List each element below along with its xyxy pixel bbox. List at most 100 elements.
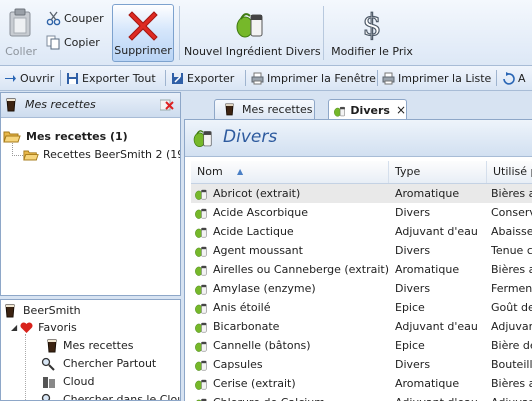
cell-type: Divers — [395, 206, 431, 219]
misc-ingredient-icon — [195, 322, 207, 333]
misc-ingredient-icon — [195, 379, 207, 390]
delete-x-icon — [128, 11, 158, 41]
misc-ingredient-icon — [196, 398, 207, 401]
tab-close-icon[interactable]: × — [396, 103, 406, 117]
cell-usage: Conserv — [491, 206, 532, 219]
scissors-icon — [46, 11, 61, 25]
nav-item-favoris[interactable]: ◢ Favoris — [11, 319, 77, 336]
modify-price-button[interactable]: $ Modifier le Prix — [328, 4, 416, 62]
cell-usage: Bouteill — [491, 358, 532, 371]
misc-ingredients-view: Divers Nom ▲ Type Utilisé p Abricot (ext… — [184, 119, 532, 401]
cell-type: Epice — [395, 301, 425, 314]
cell-type: Adjuvant d'eau — [395, 393, 487, 401]
table-row[interactable]: Acide Lactique Adjuvant d'eau Abaisse — [191, 222, 532, 241]
column-header-nom[interactable]: Nom ▲ — [191, 161, 389, 183]
column-header-type[interactable]: Type — [389, 161, 487, 183]
misc-ingredient-icon — [195, 360, 207, 371]
table-row[interactable]: Capsules Divers Bouteill — [191, 355, 532, 374]
beer-glass-icon — [6, 98, 16, 112]
clipboard-icon — [9, 8, 31, 37]
table-row[interactable]: Amylase (enzyme) Divers Ferment — [191, 279, 532, 298]
misc-ingredient-icon — [195, 284, 207, 295]
misc-ingredient-icon — [195, 303, 207, 314]
print-window-button[interactable]: Imprimer la Fenêtre — [251, 69, 376, 87]
dollar-icon: $ — [362, 7, 382, 41]
nav-item-cloud[interactable]: Cloud — [41, 373, 94, 390]
cell-nom: Airelles ou Canneberge (extrait) — [213, 263, 389, 276]
tree-guide-line — [25, 334, 27, 400]
cell-nom: Anis étoilé — [213, 301, 271, 314]
open-button[interactable]: Ouvrir — [4, 69, 54, 87]
table-row[interactable]: Bicarbonate Adjuvant d'eau Adjuvar — [191, 317, 532, 336]
cell-nom: Abricot (extrait) — [213, 187, 301, 200]
export-button[interactable]: Exporter — [171, 69, 234, 87]
paste-button[interactable]: Coller — [2, 4, 40, 62]
tab-strip: Mes recettes Divers × — [184, 92, 532, 120]
print-list-button[interactable]: Imprimer la Liste — [382, 69, 491, 87]
cell-type: Epice — [395, 339, 425, 352]
view-title: Divers — [223, 127, 278, 147]
ribbon: Coller Couper Copier Supprimer Nouvel In… — [0, 0, 532, 66]
toolbar-overflow-button[interactable]: A — [502, 69, 526, 87]
tab-divers[interactable]: Divers × — [328, 99, 407, 120]
cell-usage: Bières a — [491, 263, 532, 276]
table-row[interactable]: Airelles ou Canneberge (extrait) Aromatiq… — [191, 260, 532, 279]
nav-item-chercher-partout[interactable]: Chercher Partout — [41, 355, 156, 372]
folder-open-icon — [3, 131, 21, 143]
cell-usage: Bière de — [491, 339, 532, 352]
delete-button[interactable]: Supprimer — [112, 4, 174, 62]
heart-icon — [20, 321, 33, 333]
table-row[interactable]: Anis étoilé Epice Goût de — [191, 298, 532, 317]
cell-nom: Agent moussant — [213, 244, 303, 257]
column-header-label: Utilisé p — [493, 165, 532, 178]
nav-item-beersmith[interactable]: BeerSmith — [5, 302, 81, 319]
print-window-label: Imprimer la Fenêtre — [267, 71, 376, 85]
table-row[interactable]: Chlorure de Calcium Adjuvant d'eau Adjuvar — [191, 393, 532, 401]
cell-usage: Bières a — [491, 187, 532, 200]
cell-nom: Acide Ascorbique — [213, 206, 308, 219]
recipes-panel-title: Mes recettes — [25, 98, 96, 111]
new-misc-ingredient-label: Nouvel Ingrédient Divers — [184, 45, 321, 58]
misc-ingredient-icon — [195, 227, 207, 238]
copy-button[interactable]: Copier — [46, 32, 100, 52]
table-row[interactable]: Cannelle (bâtons) Epice Bière de — [191, 336, 532, 355]
toolbar-divider — [60, 70, 61, 86]
beer-glass-icon — [225, 103, 234, 116]
column-header-label: Nom — [197, 165, 223, 178]
misc-ingredient-icon — [236, 13, 263, 38]
table-row[interactable]: Acide Ascorbique Divers Conserv — [191, 203, 532, 222]
printer-icon — [251, 72, 264, 84]
cell-type: Aromatique — [395, 263, 460, 276]
nav-item-chercher-cloud[interactable]: Chercher dans le Clou — [41, 391, 180, 400]
toolbar: Ouvrir Exporter Tout Exporter Imprimer l… — [0, 66, 532, 91]
close-panel-icon[interactable] — [160, 99, 174, 111]
grid-header: Nom ▲ Type Utilisé p — [191, 161, 532, 184]
toolbar-divider — [377, 70, 378, 86]
expand-arrow-icon[interactable]: ◢ — [11, 323, 17, 332]
new-misc-ingredient-button[interactable]: Nouvel Ingrédient Divers — [184, 4, 321, 62]
column-header-usage[interactable]: Utilisé p — [487, 161, 532, 183]
toolbar-divider — [245, 70, 246, 86]
cell-usage: Tenue c — [491, 244, 532, 257]
tree-item-label: Recettes BeerSmith 2 (19) — [43, 148, 181, 161]
export-all-button[interactable]: Exporter Tout — [66, 69, 156, 87]
table-row[interactable]: Cerise (extrait) Aromatique Bières a — [191, 374, 532, 393]
table-row[interactable]: Abricot (extrait) Aromatique Bières a — [191, 184, 532, 203]
cell-type: Divers — [395, 358, 431, 371]
tree-item-beersmith-recipes[interactable]: Recettes BeerSmith 2 (19) — [23, 146, 181, 163]
misc-ingredient-icon — [195, 341, 207, 352]
cell-type: Adjuvant d'eau — [395, 225, 478, 238]
table-row[interactable]: Agent moussant Divers Tenue c — [191, 241, 532, 260]
misc-ingredient-icon — [193, 130, 212, 147]
printer-icon — [382, 72, 395, 84]
cell-usage: Ferment — [491, 282, 532, 295]
tab-mes-recettes[interactable]: Mes recettes — [214, 99, 315, 119]
open-label: Ouvrir — [20, 71, 55, 85]
nav-item-mes-recettes[interactable]: Mes recettes — [47, 337, 133, 354]
nav-item-label: BeerSmith — [23, 304, 81, 317]
cut-label: Couper — [64, 11, 104, 25]
cut-button[interactable]: Couper — [46, 8, 104, 28]
recipes-panel-header: Mes recettes — [1, 93, 180, 118]
export-label: Exporter — [187, 71, 235, 85]
cell-nom: Cannelle (bâtons) — [213, 339, 311, 352]
